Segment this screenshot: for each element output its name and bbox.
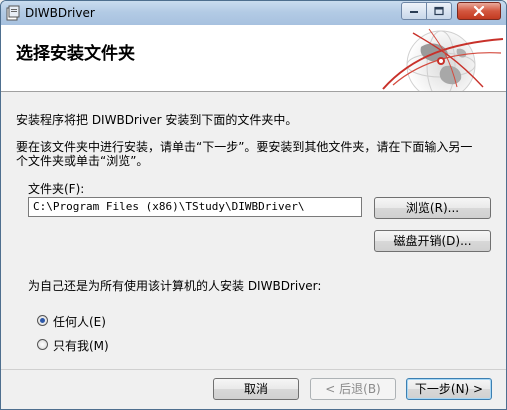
footer-divider [1,369,506,370]
browse-button[interactable]: 浏览(R)... [374,197,491,219]
radio-everyone-label[interactable]: 任何人(E) [53,313,106,330]
cancel-button[interactable]: 取消 [213,378,299,400]
installer-icon [6,5,20,21]
close-button[interactable] [457,2,501,20]
page-title: 选择安装文件夹 [16,44,135,64]
minimize-icon [410,11,418,13]
instruction-text-line2: 个文件夹或单击“浏览”。 [16,154,149,168]
installer-window: DIWBDriver 选择安装文件夹 安装程序将把 DIWBDriver 安装到… [0,0,507,410]
radio-everyone[interactable] [37,315,48,326]
disk-cost-button[interactable]: 磁盘开销(D)... [374,230,491,252]
window-title: DIWBDriver [25,6,95,20]
header-banner: 选择安装文件夹 [1,25,506,92]
title-bar[interactable]: DIWBDriver [1,1,506,25]
next-button[interactable]: 下一步(N) > [406,378,492,400]
radio-just-me[interactable] [37,339,48,350]
globe-icon [373,25,506,91]
back-button[interactable]: < 后退(B) [310,378,396,400]
maximize-button[interactable] [426,2,452,20]
minimize-button[interactable] [401,2,427,20]
folder-path-input[interactable]: C:\Program Files (x86)\TStudy\DIWBDriver… [28,197,362,217]
close-icon [473,6,485,16]
maximize-icon [434,6,444,16]
radio-just-me-label[interactable]: 只有我(M) [53,337,109,354]
folder-label: 文件夹(F): [28,182,85,196]
intro-text: 安装程序将把 DIWBDriver 安装到下面的文件夹中。 [16,113,298,127]
install-for-label: 为自己还是为所有使用该计算机的人安装 DIWBDriver: [28,279,322,293]
